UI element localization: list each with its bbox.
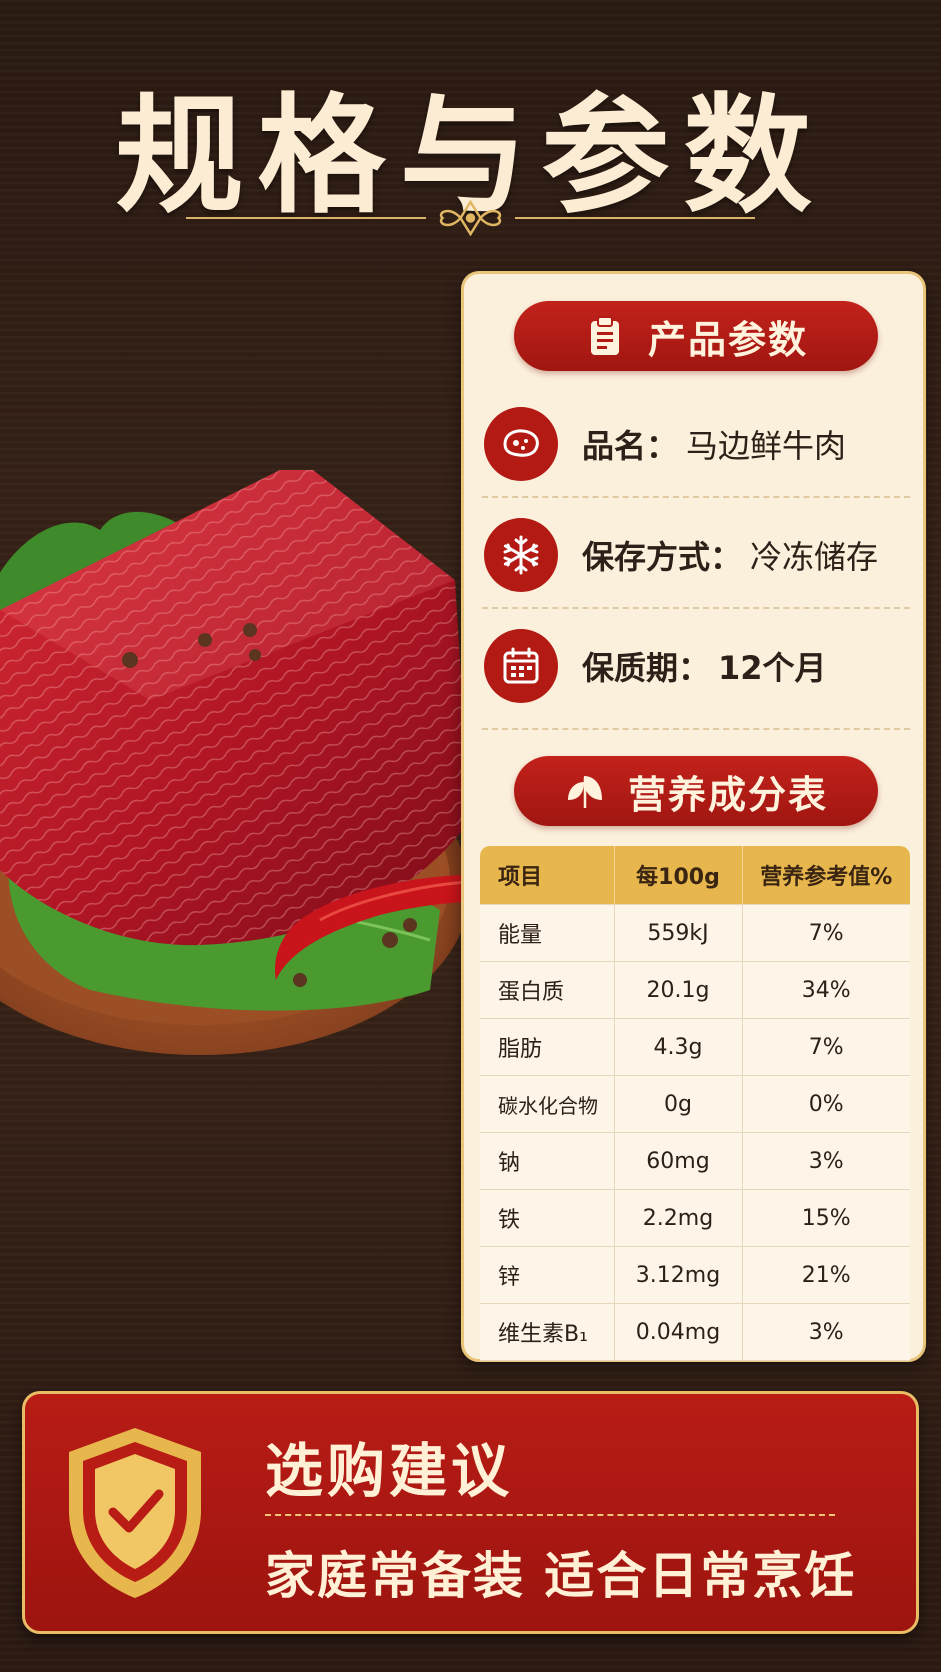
- table-cell: 0%: [742, 1075, 910, 1133]
- purchase-advice-banner: 选购建议 家庭常备装 适合日常烹饪: [22, 1391, 919, 1634]
- divider: [482, 728, 910, 730]
- table-cell: 0.04mg: [614, 1303, 743, 1361]
- nutrition-title: 营养成分表: [627, 772, 828, 817]
- table-header: 营养参考值%: [742, 846, 910, 905]
- divider: [265, 1514, 835, 1516]
- nutrition-table: 项目 每100g 营养参考值% 能量 559kJ 7% 蛋白质 20.1g 34…: [480, 846, 910, 1361]
- table-cell: 21%: [742, 1246, 910, 1304]
- table-row: 钠 60mg 3%: [480, 1132, 910, 1190]
- table-cell: 0g: [614, 1075, 743, 1133]
- divider: [482, 607, 910, 609]
- spec-row-shelf-life: 保质期： 12个月: [484, 616, 904, 716]
- table-row: 维生素B₁ 0.04mg 3%: [480, 1303, 910, 1361]
- table-cell: 3%: [742, 1132, 910, 1190]
- divider: [482, 496, 910, 498]
- table-cell: 钠: [480, 1132, 615, 1190]
- table-cell: 锌: [480, 1246, 615, 1304]
- spec-label-shelf-life: 保质期：: [582, 649, 711, 687]
- table-cell: 3%: [742, 1303, 910, 1361]
- table-row: 脂肪 4.3g 7%: [480, 1018, 910, 1076]
- table-row: 能量 559kJ 7%: [480, 904, 910, 962]
- table-row: 蛋白质 20.1g 34%: [480, 961, 910, 1019]
- ornament-divider: [186, 199, 755, 237]
- spec-value-shelf-life: 12个月: [718, 649, 827, 687]
- spec-row-storage: 保存方式： 冷冻储存: [484, 505, 904, 605]
- table-cell: 7%: [742, 1018, 910, 1076]
- banner-title: 选购建议: [265, 1437, 514, 1505]
- snowflake-icon: [484, 518, 558, 592]
- table-row: 铁 2.2mg 15%: [480, 1189, 910, 1247]
- table-header: 每100g: [614, 846, 743, 905]
- table-cell: 2.2mg: [614, 1189, 743, 1247]
- banner-text: 家庭常备装 适合日常烹饪: [265, 1547, 857, 1605]
- calendar-icon: [484, 629, 558, 703]
- table-header: 项目: [480, 846, 615, 905]
- table-cell: 3.12mg: [614, 1246, 743, 1304]
- product-params-title: 产品参数: [647, 317, 808, 362]
- table-cell: 7%: [742, 904, 910, 962]
- table-row: 碳水化合物 0g 0%: [480, 1075, 910, 1133]
- table-cell: 15%: [742, 1189, 910, 1247]
- table-cell: 碳水化合物: [480, 1075, 615, 1133]
- meat-icon: [484, 407, 558, 481]
- table-cell: 559kJ: [614, 904, 743, 962]
- table-cell: 34%: [742, 961, 910, 1019]
- shield-check-icon: [69, 1428, 201, 1598]
- clipboard-icon: [590, 316, 619, 355]
- table-cell: 蛋白质: [480, 961, 615, 1019]
- table-cell: 4.3g: [614, 1018, 743, 1076]
- product-params-header: 产品参数: [514, 301, 878, 371]
- table-cell: 60mg: [614, 1132, 743, 1190]
- nutrition-header: 营养成分表: [514, 756, 878, 826]
- spec-label-name: 品名：: [582, 427, 679, 465]
- table-cell: 维生素B₁: [480, 1303, 615, 1361]
- table-cell: 铁: [480, 1189, 615, 1247]
- leaf-icon: [567, 776, 602, 808]
- table-cell: 20.1g: [614, 961, 743, 1019]
- spec-panel: 产品参数 品名： 马边鲜牛肉 保存方式： 冷冻储存 保质期： 12个月 营养成分…: [461, 271, 926, 1362]
- table-row: 锌 3.12mg 21%: [480, 1246, 910, 1304]
- beef-plate-image: [0, 470, 470, 1055]
- spec-label-storage: 保存方式：: [582, 538, 743, 576]
- table-cell: 能量: [480, 904, 615, 962]
- spec-value-name: 马边鲜牛肉: [686, 427, 847, 465]
- table-cell: 脂肪: [480, 1018, 615, 1076]
- table-header-row: 项目 每100g 营养参考值%: [480, 846, 910, 905]
- spec-row-name: 品名： 马边鲜牛肉: [484, 394, 904, 494]
- spec-value-storage: 冷冻储存: [750, 538, 879, 576]
